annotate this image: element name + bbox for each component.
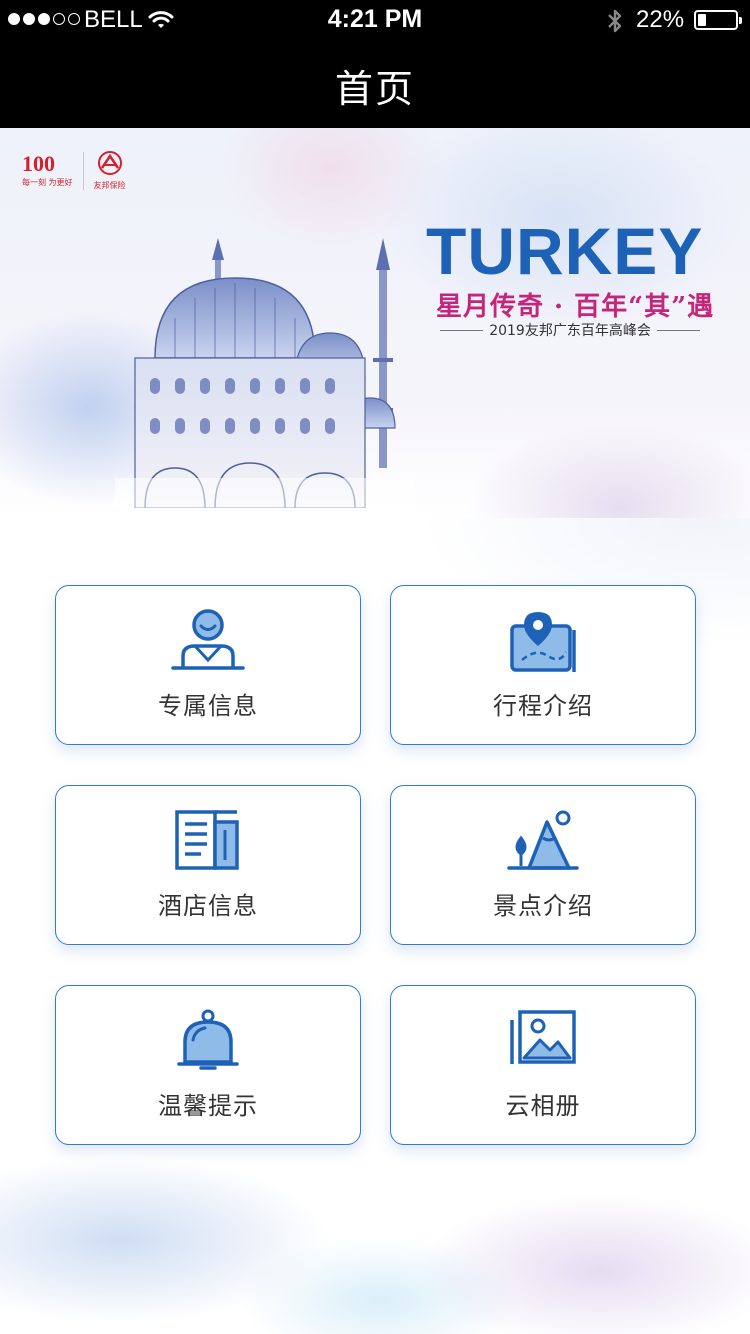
home-page: BELL 4:21 PM 22% 首页 100 每一刻 为更好 友邦保险 TUR… bbox=[0, 0, 750, 1334]
divider-line bbox=[440, 329, 484, 331]
aia-caption: 友邦保险 bbox=[93, 181, 126, 190]
battery-fill bbox=[698, 14, 706, 26]
photo-album-icon bbox=[391, 1008, 695, 1070]
menu-card-photo-album[interactable]: 云相册 bbox=[390, 985, 696, 1145]
battery-percent: 22% bbox=[636, 6, 685, 33]
menu-label: 酒店信息 bbox=[158, 892, 258, 920]
brand-logos: 100 每一刻 为更好 友邦保险 bbox=[22, 150, 126, 191]
page-title: 首页 bbox=[334, 67, 415, 111]
status-bar: BELL 4:21 PM 22% bbox=[0, 0, 750, 40]
menu-card-itinerary[interactable]: 行程介绍 bbox=[390, 585, 696, 745]
bell-icon bbox=[56, 1008, 360, 1074]
menu-label: 云相册 bbox=[505, 1092, 581, 1120]
centennial-logo: 100 每一刻 为更好 bbox=[22, 153, 73, 188]
battery-icon bbox=[694, 10, 742, 30]
map-pin-icon bbox=[391, 608, 695, 674]
banner-event: 2019友邦广东百年高峰会 bbox=[440, 320, 701, 340]
menu-label: 景点介绍 bbox=[493, 892, 593, 920]
user-profile-icon bbox=[56, 608, 360, 672]
hotel-building-icon bbox=[56, 808, 360, 872]
mountain-scenery-icon bbox=[391, 808, 695, 872]
menu-label: 行程介绍 bbox=[493, 692, 593, 720]
hero-banner: 100 每一刻 为更好 友邦保险 TURKEY 星月传奇 · 百年“其”遇 20… bbox=[0, 128, 750, 518]
banner-slogan: 星月传奇 · 百年“其”遇 bbox=[436, 292, 715, 322]
logo-100-caption: 每一刻 为更好 bbox=[22, 178, 73, 187]
mosque-illustration bbox=[115, 238, 415, 508]
banner-title: TURKEY bbox=[426, 214, 704, 288]
aia-emblem-icon bbox=[97, 151, 122, 175]
menu-label: 温馨提示 bbox=[158, 1092, 258, 1120]
menu-card-tips[interactable]: 温馨提示 bbox=[55, 985, 361, 1145]
aia-logo: 友邦保险 bbox=[94, 150, 126, 191]
menu-card-attractions[interactable]: 景点介绍 bbox=[390, 785, 696, 945]
divider-line bbox=[656, 329, 701, 331]
logo-divider bbox=[82, 151, 84, 190]
menu-card-hotel-info[interactable]: 酒店信息 bbox=[55, 785, 361, 945]
logo-100-text: 100 bbox=[22, 151, 55, 176]
menu-card-exclusive-info[interactable]: 专属信息 bbox=[55, 585, 361, 745]
top-bar: BELL 4:21 PM 22% 首页 bbox=[0, 0, 750, 128]
menu-label: 专属信息 bbox=[158, 692, 258, 720]
banner-event-text: 2019友邦广东百年高峰会 bbox=[489, 323, 651, 339]
bluetooth-icon bbox=[606, 8, 624, 38]
